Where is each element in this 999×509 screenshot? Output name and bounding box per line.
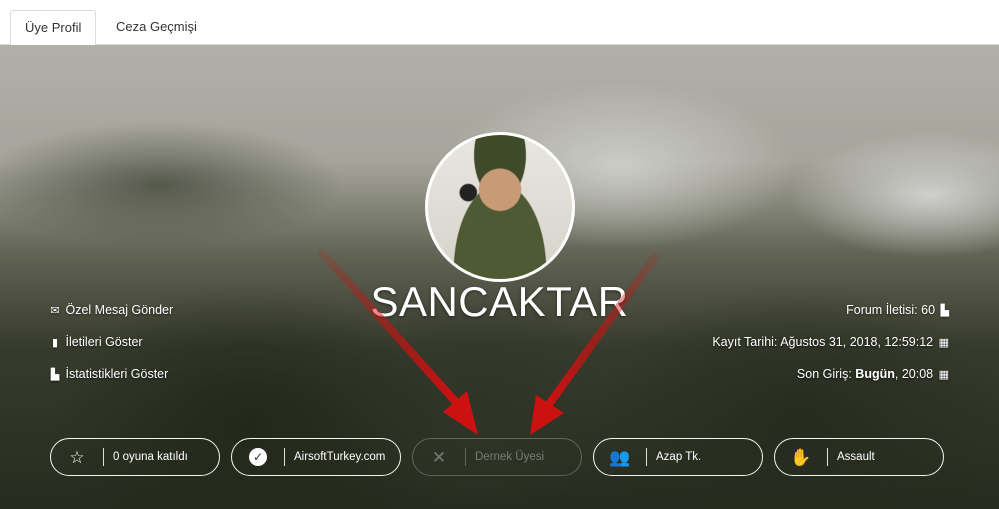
games-joined-label: 0 oyuna katıldı: [113, 451, 188, 463]
airsoftturkey-label: AirsoftTurkey.com: [294, 451, 386, 463]
association-member-label: Dernek Üyesi: [475, 451, 545, 463]
badge-divider: [827, 448, 828, 466]
registration-date-stat: Kayıt Tarihi: Ağustos 31, 2018, 12:59:12…: [712, 335, 949, 349]
association-member-badge[interactable]: ✕ Dernek Üyesi: [412, 438, 582, 476]
check-circle-icon: ✓: [232, 448, 284, 466]
last-login-time: , 20:08: [894, 367, 934, 381]
registration-date-value: Ağustos 31, 2018, 12:59:12: [780, 335, 934, 349]
forum-posts-stat: Forum İletisi: 60 ▙: [846, 303, 949, 317]
calendar-icon: ▦: [938, 369, 949, 381]
star-icon: ☆: [69, 447, 85, 467]
last-login-label: Son Giriş:: [796, 367, 852, 381]
profile-hero: SANCAKTAR ✉ Özel Mesaj Gönder ▮ İletiler…: [0, 45, 999, 509]
chart-icon: ▙: [940, 305, 949, 317]
username-title: SANCAKTAR: [370, 278, 629, 325]
file-icon: ▮: [51, 337, 59, 349]
hand-icon: ✋: [790, 447, 812, 467]
avatar: [425, 132, 575, 282]
team-badge[interactable]: 👥 Azap Tk.: [593, 438, 763, 476]
chart-icon: ▙: [50, 369, 60, 381]
show-posts-label: İletileri Göster: [65, 335, 143, 349]
last-login-day: Bugün: [855, 367, 895, 381]
show-posts-link[interactable]: ▮ İletileri Göster: [48, 335, 143, 349]
calendar-icon: ▦: [938, 337, 949, 349]
games-joined-badge[interactable]: ☆ 0 oyuna katıldı: [50, 438, 220, 476]
badge-divider: [465, 448, 466, 466]
send-private-message-link[interactable]: ✉ Özel Mesaj Gönder: [48, 303, 173, 317]
show-statistics-label: İstatistikleri Göster: [65, 367, 169, 381]
role-badge[interactable]: ✋ Assault: [774, 438, 944, 476]
times-icon: ✕: [431, 447, 447, 467]
badge-divider: [103, 448, 104, 466]
envelope-icon: ✉: [50, 305, 60, 317]
registration-date-label: Kayıt Tarihi:: [712, 335, 778, 349]
badge-divider: [646, 448, 647, 466]
last-login-stat: Son Giriş: Bugün, 20:08 ▦: [797, 367, 949, 381]
users-icon: 👥: [609, 447, 631, 467]
role-label: Assault: [837, 451, 875, 463]
forum-posts-value: 60: [921, 303, 936, 317]
badge-divider: [284, 448, 285, 466]
team-label: Azap Tk.: [656, 451, 702, 463]
tab-member-profile[interactable]: Üye Profil: [10, 10, 97, 46]
show-statistics-link[interactable]: ▙ İstatistikleri Göster: [48, 367, 169, 381]
forum-posts-label: Forum İletisi:: [846, 303, 918, 317]
send-private-message-label: Özel Mesaj Gönder: [65, 303, 174, 317]
tab-penalty-history[interactable]: Ceza Geçmişi: [102, 10, 211, 43]
airsoftturkey-badge[interactable]: ✓ AirsoftTurkey.com: [231, 438, 401, 476]
tab-bar: Üye Profil Ceza Geçmişi: [0, 0, 999, 46]
